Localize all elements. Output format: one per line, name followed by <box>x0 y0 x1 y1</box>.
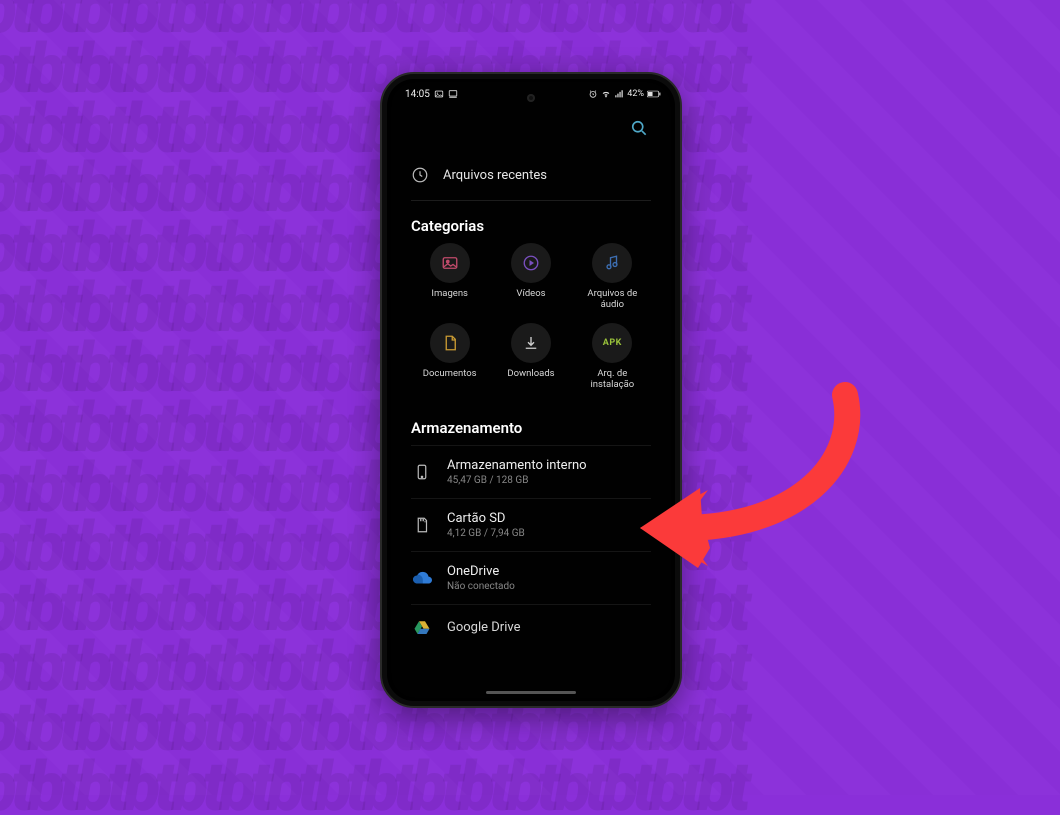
category-item-apk[interactable]: APK Arq. de instalação <box>574 323 651 391</box>
search-button[interactable] <box>627 118 651 142</box>
category-item-audio[interactable]: Arquivos de áudio <box>574 243 651 311</box>
notif-icon <box>434 89 444 99</box>
onedrive-icon <box>411 567 433 589</box>
images-icon <box>430 243 470 283</box>
storage-item-gdrive[interactable]: Google Drive <box>411 605 651 641</box>
storage-item-onedrive[interactable]: OneDrive Não conectado <box>411 552 651 605</box>
wifi-icon <box>601 89 611 99</box>
category-label: Downloads <box>507 369 554 380</box>
category-item-videos[interactable]: Vídeos <box>492 243 569 311</box>
categories-grid: Imagens Vídeos Arquivos de áudio <box>411 243 651 403</box>
cast-icon <box>448 89 458 99</box>
phone-screen: 14:05 42% <box>391 82 671 698</box>
category-item-images[interactable]: Imagens <box>411 243 488 311</box>
category-label: Vídeos <box>516 289 545 300</box>
storage-item-title: Cartão SD <box>447 511 525 526</box>
storage-item-internal[interactable]: Armazenamento interno 45,47 GB / 128 GB <box>411 445 651 499</box>
category-label: Arquivos de áudio <box>579 289 645 311</box>
status-bar: 14:05 42% <box>391 82 671 106</box>
storage-item-title: Armazenamento interno <box>447 458 587 473</box>
alarm-icon <box>588 89 598 99</box>
storage-text: Google Drive <box>447 620 520 635</box>
storage-text: Armazenamento interno 45,47 GB / 128 GB <box>447 458 587 486</box>
category-item-downloads[interactable]: Downloads <box>492 323 569 391</box>
clock-icon <box>411 166 429 184</box>
signal-icon <box>614 89 624 99</box>
my-files-app: Arquivos recentes Categorias Imagens <box>391 108 671 698</box>
search-icon <box>629 118 649 142</box>
gesture-nav-handle[interactable] <box>486 691 576 694</box>
storage-item-sub: Não conectado <box>447 581 515 592</box>
storage-item-title: OneDrive <box>447 564 515 579</box>
storage-item-sd[interactable]: Cartão SD 4,12 GB / 7,94 GB <box>411 499 651 552</box>
audio-icon <box>592 243 632 283</box>
phone-icon <box>411 461 433 483</box>
category-label: Imagens <box>431 289 468 300</box>
categories-title: Categorias <box>411 201 651 243</box>
downloads-icon <box>511 323 551 363</box>
category-label: Arq. de instalação <box>579 369 645 391</box>
storage-item-title: Google Drive <box>447 620 520 635</box>
status-left: 14:05 <box>405 89 458 100</box>
apk-icon: APK <box>592 323 632 363</box>
recent-section: Arquivos recentes <box>391 152 671 201</box>
recent-files-row[interactable]: Arquivos recentes <box>411 152 651 201</box>
battery-percentage: 42% <box>627 89 644 99</box>
battery-icon <box>647 89 657 99</box>
storage-item-sub: 4,12 GB / 7,94 GB <box>447 528 525 539</box>
sd-icon <box>411 514 433 536</box>
recent-files-label: Arquivos recentes <box>443 168 547 183</box>
app-toolbar <box>391 108 671 152</box>
videos-icon <box>511 243 551 283</box>
documents-icon <box>430 323 470 363</box>
categories-section: Categorias Imagens Vídeos <box>391 201 671 403</box>
storage-title: Armazenamento <box>411 403 651 445</box>
phone-frame: 14:05 42% <box>380 72 682 708</box>
status-time: 14:05 <box>405 89 430 100</box>
storage-text: Cartão SD 4,12 GB / 7,94 GB <box>447 511 525 539</box>
storage-list: Armazenamento interno 45,47 GB / 128 GB … <box>411 445 651 641</box>
category-item-documents[interactable]: Documentos <box>411 323 488 391</box>
status-right: 42% <box>588 89 657 99</box>
storage-item-sub: 45,47 GB / 128 GB <box>447 475 587 486</box>
storage-section: Armazenamento Armazenamento interno 45,4… <box>391 403 671 641</box>
storage-text: OneDrive Não conectado <box>447 564 515 592</box>
gdrive-icon <box>411 617 433 639</box>
category-label: Documentos <box>423 369 477 380</box>
